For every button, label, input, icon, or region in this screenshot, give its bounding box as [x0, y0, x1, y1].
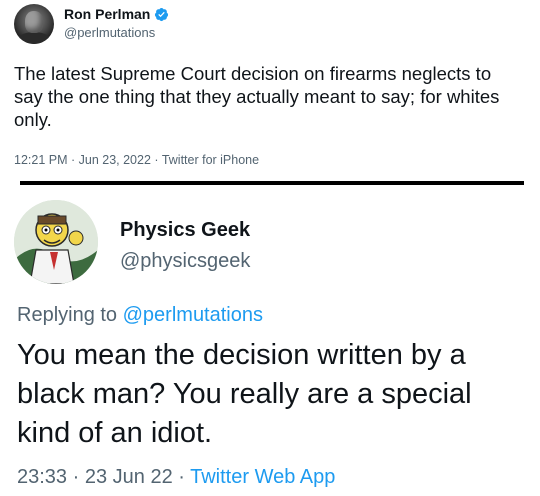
tweet-source[interactable]: Twitter Web App — [190, 466, 335, 488]
tweet-source[interactable]: Twitter for iPhone — [162, 153, 259, 167]
tweet-physicsgeek: Physics Geek @physicsgeek Replying to @p… — [0, 188, 540, 496]
replying-to: Replying to @perlmutations — [17, 304, 263, 327]
tweet-text: You mean the decision written by a black… — [17, 339, 472, 449]
verified-badge-icon — [155, 7, 169, 21]
cartoon-avatar-icon — [14, 200, 98, 284]
tweet-metadata: 12:21 PM · Jun 23, 2022 · Twitter for iP… — [14, 153, 259, 167]
handle[interactable]: @physicsgeek — [120, 250, 250, 273]
avatar[interactable] — [14, 200, 98, 284]
separator: · — [172, 466, 191, 488]
mention-link[interactable]: @perlmutations — [123, 304, 263, 326]
handle[interactable]: @perlmutations — [64, 25, 155, 40]
display-name-text[interactable]: Ron Perlman — [64, 6, 150, 22]
divider — [20, 181, 524, 185]
display-name[interactable]: Physics Geek — [120, 219, 250, 242]
separator: · — [67, 466, 85, 488]
separator: · — [150, 153, 162, 167]
avatar[interactable] — [14, 4, 54, 44]
separator: · — [67, 153, 79, 167]
tweet-date[interactable]: Jun 23, 2022 — [79, 153, 151, 167]
tweet-time[interactable]: 23:33 — [17, 466, 67, 488]
tweet-text: The latest Supreme Court decision on fir… — [14, 63, 500, 130]
replying-to-label: Replying to — [17, 304, 123, 326]
tweet-date[interactable]: 23 Jun 22 — [85, 466, 173, 488]
display-name[interactable]: Ron Perlman — [64, 6, 169, 22]
tweet-time[interactable]: 12:21 PM — [14, 153, 68, 167]
tweet-metadata: 23:33 · 23 Jun 22 · Twitter Web App — [17, 466, 335, 489]
tweet-perlman: Ron Perlman @perlmutations The latest Su… — [0, 0, 540, 178]
